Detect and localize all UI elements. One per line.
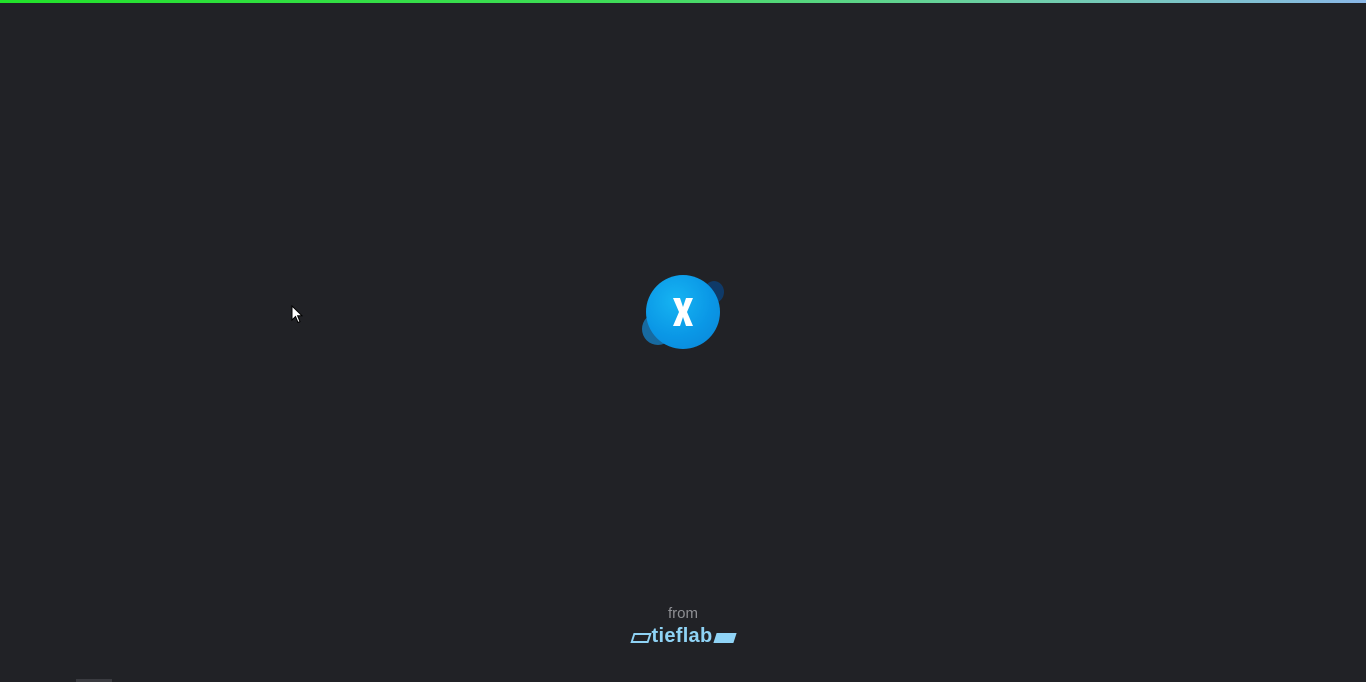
bracket-outline-icon [629,633,652,643]
publisher-logo: tieflab [629,625,737,647]
app-logo-icon [646,275,720,349]
mouse-cursor-icon [291,305,303,324]
loading-progress-fill [0,0,1366,3]
from-label: from [668,605,698,622]
bracket-filled-icon [712,633,737,643]
publisher-branding: from tieflab [0,605,1366,648]
app-logo [640,273,726,353]
publisher-name: tieflab [651,625,713,647]
splash-screen: from tieflab [0,0,1366,682]
x-letter-icon [673,298,693,326]
loading-progress-bar [0,0,1366,3]
